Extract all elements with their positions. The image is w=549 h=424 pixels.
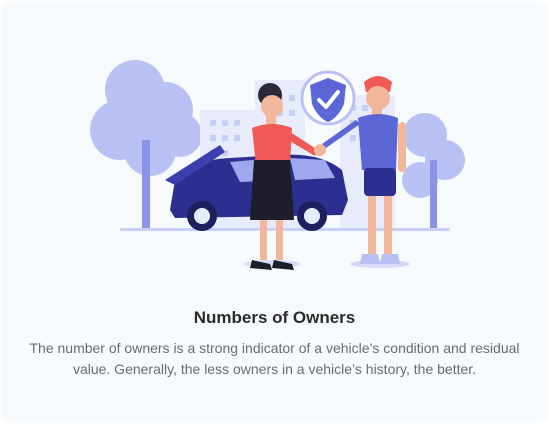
handshake-car-illustration bbox=[90, 60, 465, 270]
card-title: Numbers of Owners bbox=[193, 308, 356, 327]
shield-check-icon bbox=[300, 70, 356, 126]
ground-line bbox=[120, 228, 450, 231]
card-description: The number of owners is a strong indicat… bbox=[29, 340, 520, 377]
